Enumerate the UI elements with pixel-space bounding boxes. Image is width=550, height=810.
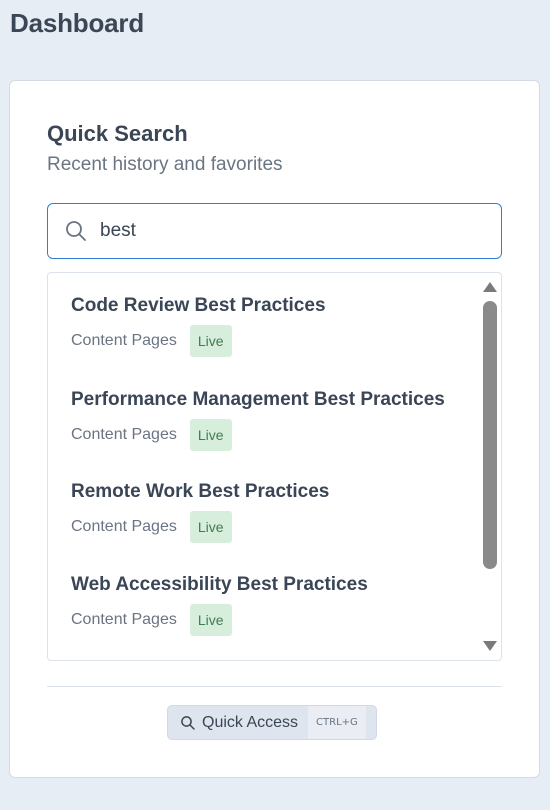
scroll-up-arrow-icon[interactable]: [483, 282, 497, 292]
result-meta: Content Pages Live: [71, 325, 326, 357]
search-box[interactable]: [47, 203, 502, 259]
scroll-down-arrow-icon[interactable]: [483, 641, 497, 651]
quick-access-main[interactable]: Quick Access: [168, 706, 308, 739]
scrollbar-thumb[interactable]: [483, 301, 497, 569]
status-badge: Live: [189, 325, 232, 357]
card-subtitle: Recent history and favorites: [47, 154, 283, 175]
keyboard-shortcut: CTRL+G: [308, 706, 366, 739]
result-type: Content Pages: [71, 332, 177, 349]
result-title: Code Review Best Practices: [71, 295, 326, 316]
list-item[interactable]: Performance Management Best Practices Co…: [71, 389, 445, 451]
list-item[interactable]: Code Review Best Practices Content Pages…: [71, 295, 326, 357]
result-title: Performance Management Best Practices: [71, 389, 445, 410]
list-item[interactable]: Web Accessibility Best Practices Content…: [71, 574, 368, 636]
scrollbar[interactable]: [479, 273, 501, 660]
result-type: Content Pages: [71, 426, 177, 443]
status-badge: Live: [189, 604, 232, 636]
result-meta: Content Pages Live: [71, 511, 329, 543]
list-item[interactable]: Remote Work Best Practices Content Pages…: [71, 481, 329, 543]
search-input[interactable]: [100, 216, 490, 246]
result-type: Content Pages: [71, 518, 177, 535]
result-title: Web Accessibility Best Practices: [71, 574, 368, 595]
quick-search-card: Quick Search Recent history and favorite…: [9, 80, 540, 778]
divider: [47, 686, 502, 687]
page-title: Dashboard: [10, 8, 145, 38]
quick-access-label: Quick Access: [202, 713, 299, 731]
quick-access-button[interactable]: Quick Access CTRL+G: [167, 705, 377, 740]
card-title: Quick Search: [47, 121, 188, 146]
status-badge: Live: [189, 419, 232, 451]
search-icon: [66, 221, 86, 241]
results-list[interactable]: Code Review Best Practices Content Pages…: [47, 272, 502, 661]
search-icon: [181, 715, 195, 730]
result-meta: Content Pages Live: [71, 419, 445, 451]
result-type: Content Pages: [71, 611, 177, 628]
result-title: Remote Work Best Practices: [71, 481, 330, 502]
result-meta: Content Pages Live: [71, 604, 368, 636]
status-badge: Live: [189, 511, 232, 543]
